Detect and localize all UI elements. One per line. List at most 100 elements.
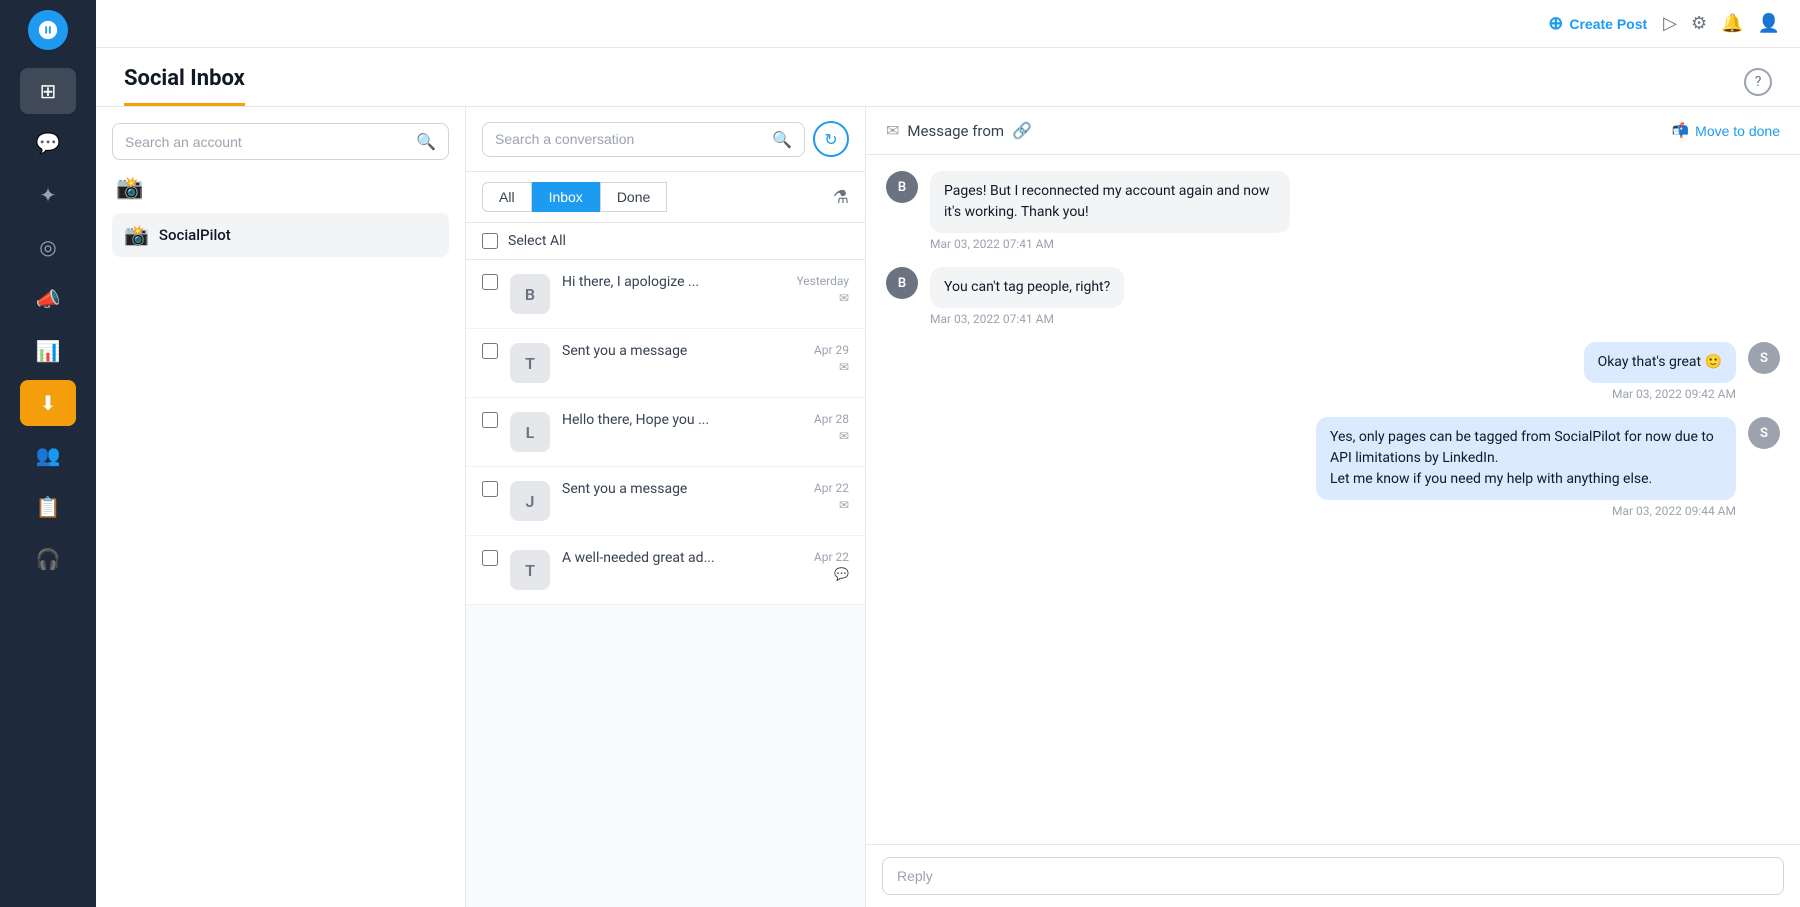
conv-msg-icon-1: ✉ (814, 360, 849, 374)
conv-date-2: Apr 28 (814, 412, 849, 426)
conversations-panel: 🔍 ↻ All Inbox Done ⚗ Select All B (466, 107, 866, 907)
user-icon[interactable]: 👤 (1758, 13, 1780, 34)
filter-icon[interactable]: ⚗ (833, 187, 849, 208)
video-icon[interactable]: ▷ (1663, 13, 1677, 34)
message-panel: ✉ Message from 🔗 📬 Move to done B (866, 107, 1800, 907)
conv-body-0: Hi there, I apologize ... (562, 274, 784, 290)
sender-avatar-0: B (886, 171, 918, 203)
msg-body: B Pages! But I reconnected my account ag… (866, 155, 1800, 844)
msg-from: ✉ Message from 🔗 (886, 121, 1032, 140)
sender-avatar-2: S (1748, 342, 1780, 374)
conv-checkbox-2[interactable] (482, 412, 498, 428)
conv-search-box[interactable]: 🔍 (482, 122, 805, 157)
conv-meta-4: Apr 22 💬 (814, 550, 849, 581)
page-header: Social Inbox ? (96, 48, 1800, 107)
refresh-button[interactable]: ↻ (813, 121, 849, 157)
account-name: SocialPilot (159, 226, 231, 244)
conv-checkbox-0[interactable] (482, 274, 498, 290)
conv-body-3: Sent you a message (562, 481, 802, 497)
external-link-icon[interactable]: 🔗 (1012, 121, 1032, 140)
msg-text-3: Yes, only pages can be tagged from Socia… (1330, 427, 1722, 490)
reports-icon: 📋 (36, 495, 61, 519)
sidebar-item-connect[interactable]: ✦ (20, 172, 76, 218)
conv-checkbox-3[interactable] (482, 481, 498, 497)
conv-item-3[interactable]: J Sent you a message Apr 22 ✉ (466, 467, 865, 536)
msg-bubble-0: Pages! But I reconnected my account agai… (930, 171, 1290, 233)
msg-row-0: B Pages! But I reconnected my account ag… (886, 171, 1780, 251)
select-all-row: Select All (466, 223, 865, 260)
conv-meta-1: Apr 29 ✉ (814, 343, 849, 374)
conv-item-4[interactable]: T A well-needed great ad... Apr 22 💬 (466, 536, 865, 605)
conv-avatar-0: B (510, 274, 550, 314)
reply-input[interactable] (882, 857, 1784, 895)
msg-reply (866, 844, 1800, 907)
help-button[interactable]: ? (1744, 68, 1772, 96)
sidebar-item-team[interactable]: 👥 (20, 432, 76, 478)
create-post-button[interactable]: ⊕ Create Post (1548, 13, 1647, 34)
msg-text-1: You can't tag people, right? (944, 277, 1110, 298)
conv-avatar-2: L (510, 412, 550, 452)
chat-icon: 💬 (36, 131, 61, 155)
instagram-section-icon: 📸 (116, 176, 143, 201)
conv-item-2[interactable]: L Hello there, Hope you ... Apr 28 ✉ (466, 398, 865, 467)
select-all-label: Select All (508, 233, 566, 249)
page-title: Social Inbox (124, 66, 245, 106)
settings-icon[interactable]: ⚙ (1691, 13, 1707, 34)
msg-time-3: Mar 03, 2022 09:44 AM (1612, 504, 1736, 518)
account-search-box[interactable]: 🔍 (112, 123, 449, 160)
account-search-input[interactable] (125, 134, 408, 150)
conv-tabs: All Inbox Done ⚗ (466, 172, 865, 223)
conv-meta-0: Yesterday ✉ (796, 274, 849, 305)
sidebar-item-campaigns[interactable]: 📣 (20, 276, 76, 322)
account-item-socialpilot[interactable]: 📸 SocialPilot (112, 213, 449, 257)
campaigns-icon: 📣 (36, 287, 61, 311)
conv-date-3: Apr 22 (814, 481, 849, 495)
panels: 🔍 📸 📸 SocialPilot 🔍 ↻ Al (96, 107, 1800, 907)
msg-bubble-col-2: Okay that's great 🙂 Mar 03, 2022 09:42 A… (1584, 342, 1736, 401)
plus-icon: ⊕ (1548, 13, 1563, 34)
conv-item-1[interactable]: T Sent you a message Apr 29 ✉ (466, 329, 865, 398)
conv-item-0[interactable]: B Hi there, I apologize ... Yesterday ✉ (466, 260, 865, 329)
conv-date-0: Yesterday (796, 274, 849, 288)
conv-date-4: Apr 22 (814, 550, 849, 564)
tab-inbox[interactable]: Inbox (532, 182, 600, 212)
conv-body-1: Sent you a message (562, 343, 802, 359)
notifications-icon[interactable]: 🔔 (1721, 13, 1743, 34)
move-to-done-button[interactable]: 📬 Move to done (1672, 122, 1780, 139)
conv-msg-icon-0: ✉ (796, 291, 849, 305)
conv-list: B Hi there, I apologize ... Yesterday ✉ … (466, 260, 865, 907)
sidebar-item-inbox[interactable]: 💬 (20, 120, 76, 166)
conv-date-1: Apr 29 (814, 343, 849, 357)
msg-row-2: Okay that's great 🙂 Mar 03, 2022 09:42 A… (886, 342, 1780, 401)
accounts-panel: 🔍 📸 📸 SocialPilot (96, 107, 466, 907)
conv-body-2: Hello there, Hope you ... (562, 412, 802, 428)
msg-from-label: Message from (907, 122, 1004, 140)
sidebar-item-download[interactable]: ⬇ (20, 380, 76, 426)
conv-preview-2: Hello there, Hope you ... (562, 412, 802, 428)
main-content: Social Inbox ? 🔍 📸 📸 SocialPilot (96, 48, 1800, 907)
conv-meta-2: Apr 28 ✉ (814, 412, 849, 443)
select-all-checkbox[interactable] (482, 233, 498, 249)
tab-done[interactable]: Done (600, 182, 667, 212)
msg-text-0: Pages! But I reconnected my account agai… (944, 181, 1276, 223)
conv-avatar-1: T (510, 343, 550, 383)
tab-all[interactable]: All (482, 182, 532, 212)
msg-bubble-2: Okay that's great 🙂 (1584, 342, 1736, 383)
sidebar: ⊞ 💬 ✦ ◎ 📣 📊 ⬇ 👥 📋 🎧 (0, 0, 96, 907)
conv-search-input[interactable] (495, 131, 764, 147)
conv-preview-0: Hi there, I apologize ... (562, 274, 784, 290)
logo[interactable] (28, 10, 68, 50)
sidebar-item-reports[interactable]: 📋 (20, 484, 76, 530)
sidebar-item-dashboard[interactable]: ⊞ (20, 68, 76, 114)
refresh-icon: ↻ (824, 130, 837, 149)
sidebar-item-analytics[interactable]: 📊 (20, 328, 76, 374)
msg-bubble-col-3: Yes, only pages can be tagged from Socia… (1316, 417, 1736, 518)
conv-checkbox-4[interactable] (482, 550, 498, 566)
conv-checkbox-1[interactable] (482, 343, 498, 359)
msg-bubble-col-0: Pages! But I reconnected my account agai… (930, 171, 1290, 251)
msg-bubble-1: You can't tag people, right? (930, 267, 1124, 308)
conv-meta-3: Apr 22 ✉ (814, 481, 849, 512)
sidebar-item-monitor[interactable]: ◎ (20, 224, 76, 270)
sidebar-item-support[interactable]: 🎧 (20, 536, 76, 582)
support-icon: 🎧 (36, 547, 61, 571)
